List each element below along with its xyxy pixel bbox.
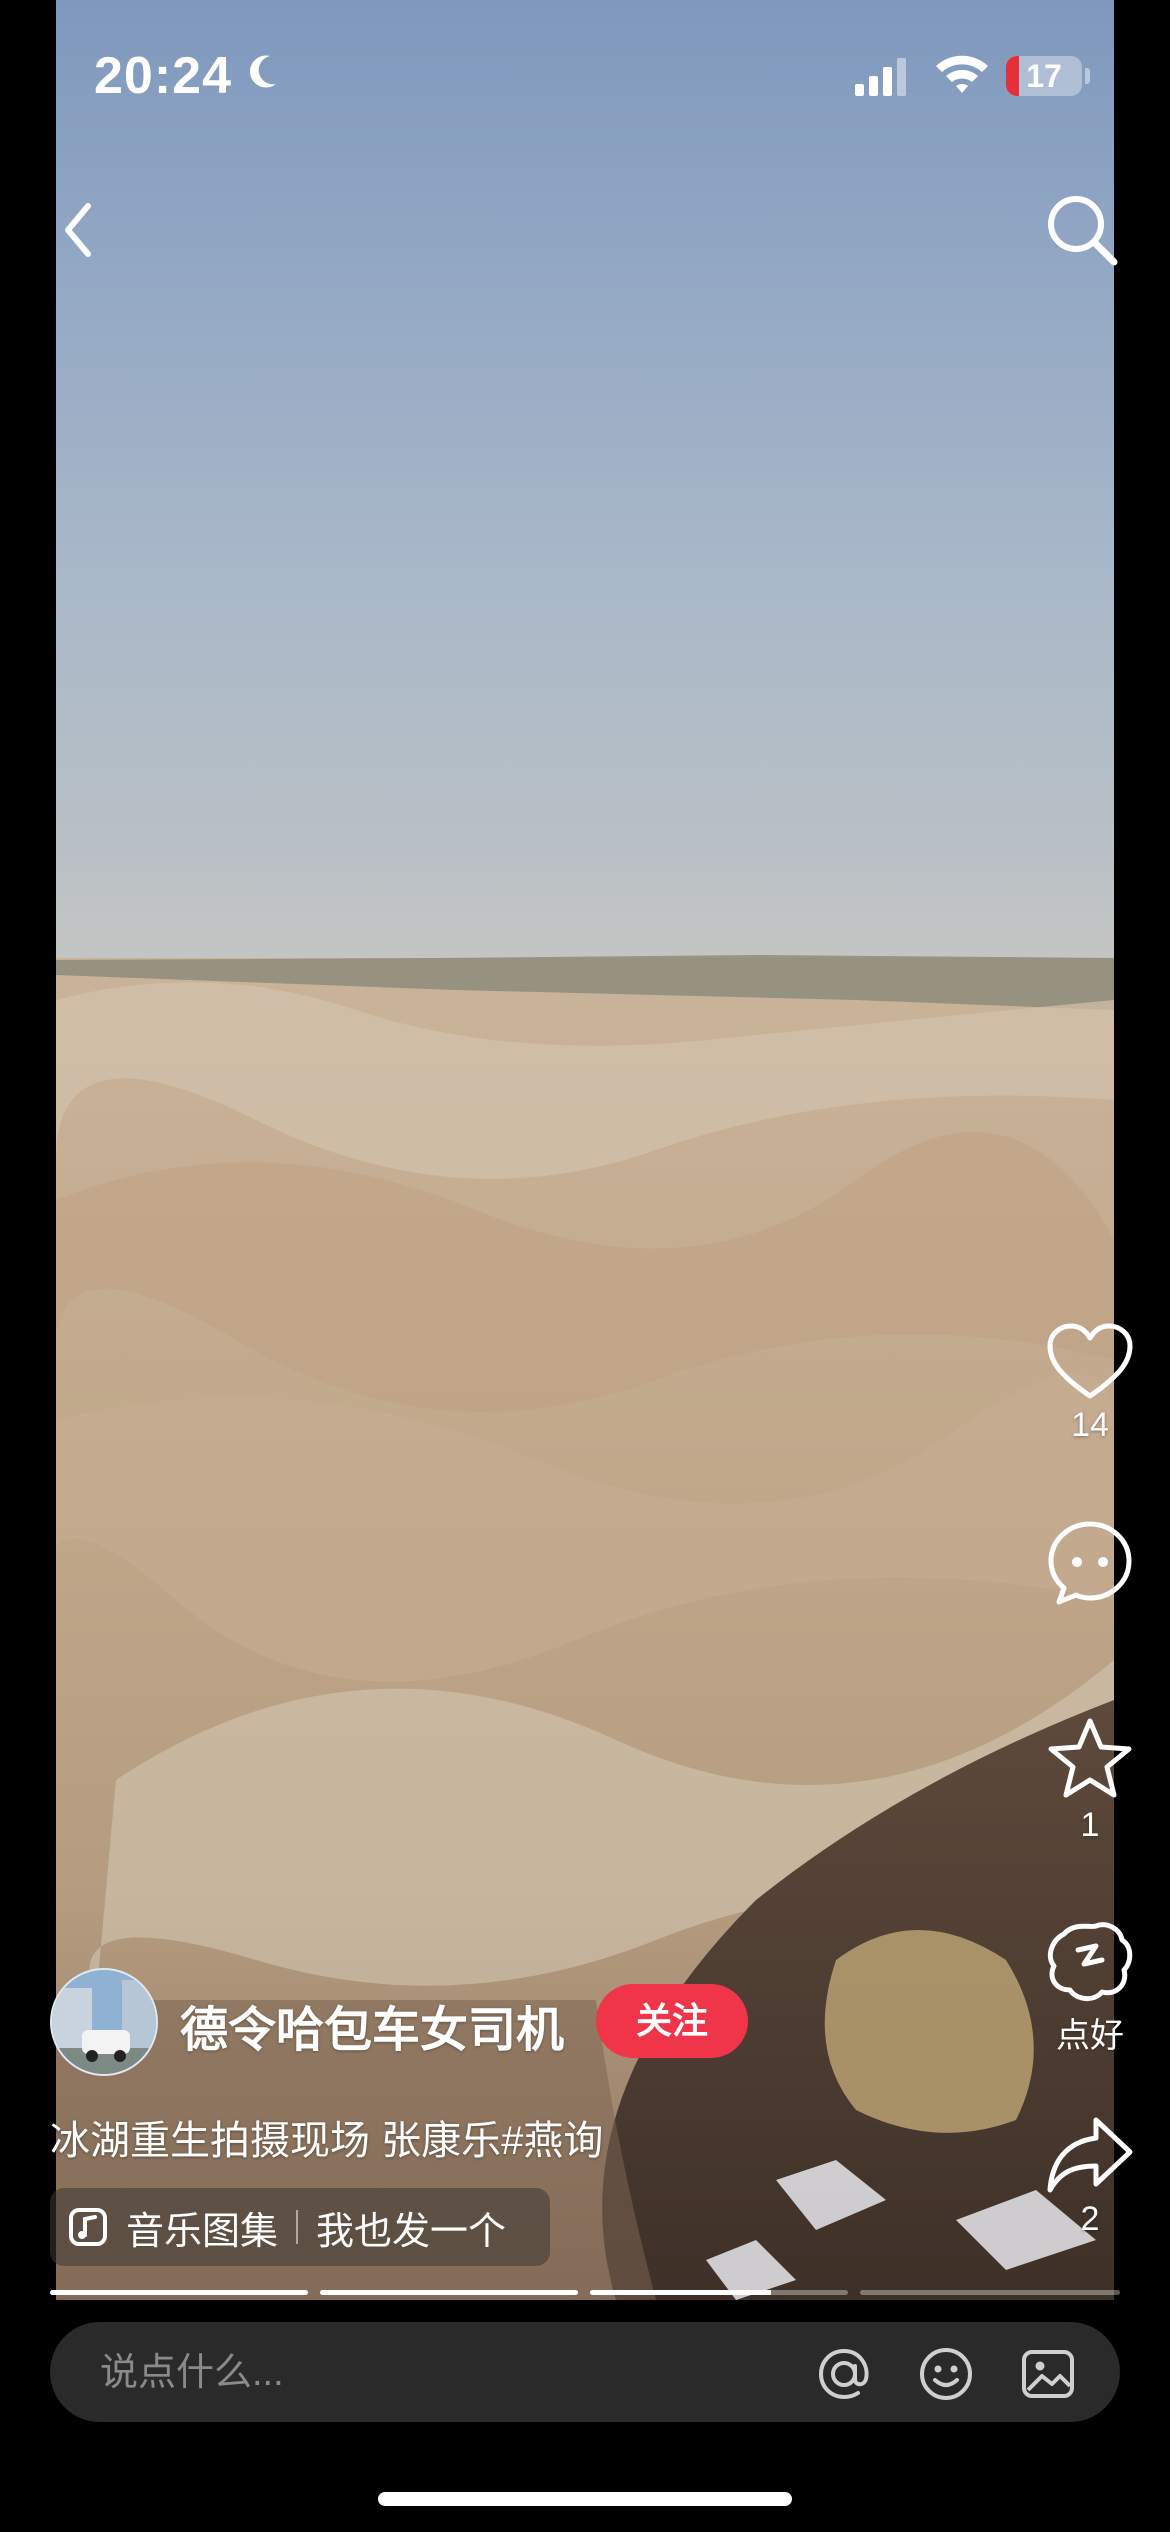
like-count: 14 <box>1071 1406 1109 1444</box>
follow-button[interactable]: 关注 <box>596 1984 748 2058</box>
progress-segment-3 <box>590 2290 848 2295</box>
badlands-landscape <box>56 955 1114 2300</box>
comment-bar <box>50 2322 1120 2424</box>
at-icon[interactable] <box>816 2346 872 2402</box>
wifi-icon <box>936 55 988 93</box>
battery-icon: 17 <box>1006 56 1082 96</box>
make-one-button[interactable]: 我也发一个 <box>316 2200 506 2255</box>
good-label: 点好 <box>1056 2017 1124 2055</box>
comment-icon <box>1048 1521 1132 1605</box>
image-icon[interactable] <box>1020 2346 1076 2402</box>
progress-segment-1 <box>50 2290 308 2295</box>
divider <box>296 2210 299 2244</box>
music-chip[interactable]: 音乐图集 我也发一个 <box>50 2188 550 2266</box>
progress-segment-2 <box>320 2290 578 2295</box>
music-label: 音乐图集 <box>126 2210 279 2253</box>
like-button[interactable]: 14 <box>1030 1322 1150 1445</box>
progress-segment-4 <box>860 2290 1120 2295</box>
favorite-button[interactable]: 1 <box>1030 1716 1150 1845</box>
chevron-left-icon[interactable] <box>52 192 112 268</box>
star-icon <box>1048 1718 1132 1798</box>
avatar-image <box>52 1970 156 2074</box>
share-count: 2 <box>1080 2200 1100 2238</box>
comment-button[interactable] <box>1030 1518 1150 1608</box>
good-button[interactable]: 点好 <box>1030 1918 1150 2057</box>
heart-icon <box>1047 1323 1133 1399</box>
share-button[interactable]: 2 <box>1030 2112 1150 2239</box>
search-icon[interactable] <box>1042 190 1120 268</box>
home-indicator[interactable] <box>378 2492 792 2506</box>
signal-icon <box>855 58 906 96</box>
music-icon <box>68 2207 108 2247</box>
status-bar: 20:24 17 <box>0 0 1170 150</box>
sticker-icon <box>1047 1922 1133 2001</box>
share-icon <box>1047 2117 1133 2193</box>
comment-input[interactable] <box>98 2322 802 2424</box>
favorite-count: 1 <box>1080 1806 1100 1844</box>
post-photo[interactable] <box>56 0 1114 2300</box>
avatar[interactable] <box>50 1968 158 2076</box>
moon-icon <box>250 55 276 88</box>
status-time: 20:24 <box>94 47 232 105</box>
battery-tip <box>1085 68 1090 84</box>
battery-level: 17 <box>1026 58 1062 94</box>
post-caption[interactable]: 冰湖重生拍摄现场 张康乐#燕询 <box>50 2108 603 2166</box>
author-name[interactable]: 德令哈包车女司机 <box>180 1990 564 2060</box>
emoji-icon[interactable] <box>918 2346 974 2402</box>
